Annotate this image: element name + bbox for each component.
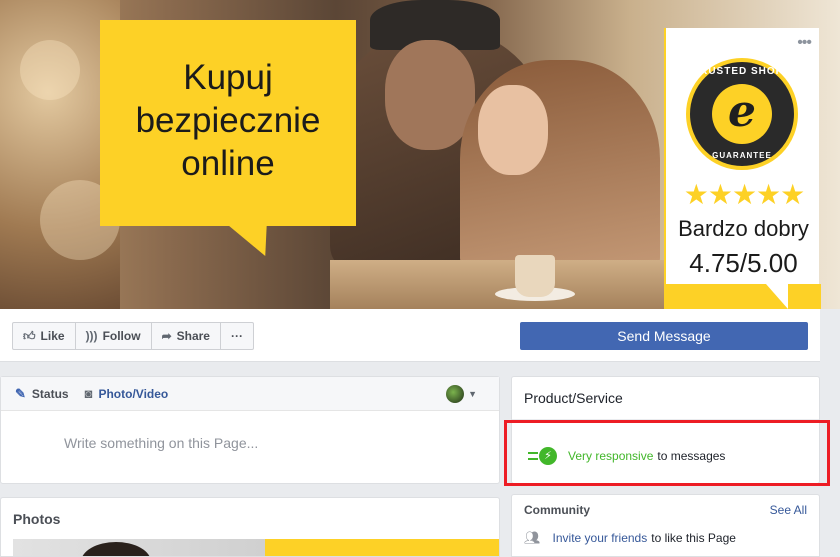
seal-letter: e [712, 84, 772, 144]
composer-tabs: ✎ Status ◙ Photo/Video [1, 377, 499, 411]
more-options-icon[interactable]: ••• [797, 34, 812, 52]
bokeh-light [20, 40, 80, 100]
see-all-link[interactable]: See All [770, 503, 807, 517]
cover-slogan: Kupuj bezpiecznie online [135, 58, 321, 183]
posting-as-selector[interactable]: ▼ [446, 385, 477, 403]
photo-thumbnail[interactable] [265, 539, 499, 556]
invite-friends-link[interactable]: Invite your friends [553, 531, 648, 545]
cover-coffee-cup [515, 255, 555, 297]
invite-friends-row: 👥︎ Invite your friends to like this Page [524, 530, 736, 546]
photos-title[interactable]: Photos [13, 511, 60, 527]
cover-table [330, 260, 670, 309]
share-arrow-icon: ➦ [161, 329, 172, 343]
photo-video-tab-label: Photo/Video [98, 386, 169, 401]
more-dots-icon: ··· [230, 329, 243, 343]
chevron-down-icon: ▼ [468, 389, 477, 399]
thumbs-up-icon: 👍︎ [23, 328, 36, 343]
page-category[interactable]: Product/Service [524, 390, 623, 406]
page-action-bar: 👍︎ Like ))) Follow ➦ Share ··· Send Mess… [0, 309, 820, 362]
badge-notch [766, 284, 788, 309]
like-button[interactable]: 👍︎ Like [13, 323, 76, 349]
tab-photo-video[interactable]: ◙ Photo/Video [85, 386, 169, 401]
status-tab-label: Status [31, 386, 69, 401]
cover-photo[interactable]: Kupuj bezpiecznie online ••• TRUSTED SHO… [0, 0, 840, 309]
speech-bubble-tail [226, 224, 286, 256]
photos-section: Photos [0, 497, 500, 557]
share-label: Share [176, 329, 210, 343]
seal-bottom-text: GUARANTEE [712, 151, 772, 160]
follow-label: Follow [102, 329, 141, 343]
follow-button[interactable]: ))) Follow [76, 323, 152, 349]
community-card: Community See All 👥︎ Invite your friends… [511, 494, 820, 557]
more-button[interactable]: ··· [221, 323, 253, 349]
trusted-shops-seal-icon: TRUSTED SHOPS e GUARANTEE [686, 58, 798, 170]
camera-icon: ◙ [84, 386, 93, 401]
post-input[interactable]: Write something on this Page... [64, 435, 258, 451]
invite-suffix: to like this Page [651, 531, 736, 545]
cover-woman-face [478, 85, 548, 175]
post-composer: ✎ Status ◙ Photo/Video ▼ Write something… [0, 376, 500, 484]
send-message-button[interactable]: Send Message [520, 322, 808, 350]
highlight-annotation-box [504, 420, 830, 486]
rating-label: Bardzo dobry [678, 216, 809, 241]
page-action-buttons: 👍︎ Like ))) Follow ➦ Share ··· [12, 322, 254, 350]
rss-icon: ))) [85, 329, 98, 343]
people-icon: 👥︎ [524, 530, 541, 545]
avatar [446, 385, 465, 403]
rating-score: 4.75/5.00 [689, 248, 798, 278]
trusted-shops-badge: ••• TRUSTED SHOPS e GUARANTEE ★★★★★ Bard… [664, 28, 821, 309]
tab-status[interactable]: ✎ Status [15, 386, 69, 402]
cover-man-face [385, 40, 475, 150]
like-label: Like [40, 329, 65, 343]
seal-top-text: TRUSTED SHOPS [692, 66, 791, 77]
community-title: Community [524, 503, 590, 517]
share-button[interactable]: ➦ Share [152, 323, 221, 349]
cover-speech-bubble: Kupuj bezpiecznie online [100, 20, 356, 226]
rating-stars-icon: ★★★★★ [683, 179, 806, 210]
badge-yellow-band [666, 284, 821, 309]
pencil-icon: ✎ [15, 385, 26, 401]
